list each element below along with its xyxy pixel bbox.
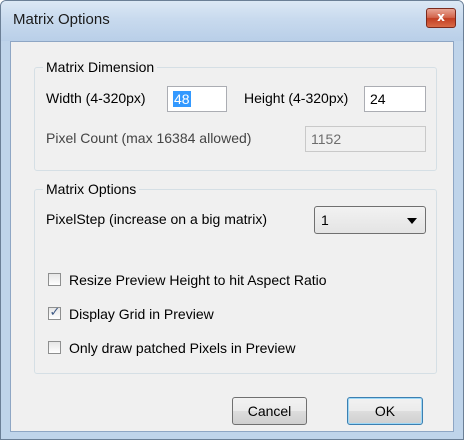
close-button[interactable]: x xyxy=(426,8,456,28)
cancel-button[interactable]: Cancel xyxy=(232,397,307,425)
pixel-count-field: 1152 xyxy=(305,126,426,152)
height-input[interactable]: 24 xyxy=(364,86,426,112)
matrix-options-legend: Matrix Options xyxy=(43,181,140,198)
dialog-window: Matrix Options x Matrix Dimension Width … xyxy=(0,0,464,440)
width-input-value: 48 xyxy=(173,91,191,107)
matrix-dimension-group: Matrix Dimension Width (4-320px) 48 Heig… xyxy=(34,59,437,171)
display-grid-checkbox[interactable]: ✓ Display Grid in Preview xyxy=(48,305,248,324)
dialog-title: Matrix Options xyxy=(13,11,110,28)
only-patched-pixels-checkbox[interactable]: Only draw patched Pixels in Preview xyxy=(48,340,318,358)
resize-preview-label: Resize Preview Height to hit Aspect Rati… xyxy=(69,272,327,288)
height-label: Height (4-320px) xyxy=(244,90,349,106)
matrix-options-group: Matrix Options PixelStep (increase on a … xyxy=(34,181,437,374)
width-input[interactable]: 48 xyxy=(167,86,227,112)
resize-preview-checkbox[interactable]: Resize Preview Height to hit Aspect Rati… xyxy=(48,272,348,290)
height-input-value: 24 xyxy=(370,91,386,107)
display-grid-label: Display Grid in Preview xyxy=(69,306,214,322)
dialog-client-area: Matrix Dimension Width (4-320px) 48 Heig… xyxy=(10,41,454,432)
chevron-down-icon xyxy=(407,218,417,224)
pixel-count-label: Pixel Count (max 16384 allowed) xyxy=(46,130,252,146)
pixelstep-label: PixelStep (increase on a big matrix) xyxy=(46,211,267,227)
close-icon: x xyxy=(437,10,445,24)
pixelstep-dropdown[interactable]: 1 xyxy=(314,206,426,234)
matrix-dimension-legend: Matrix Dimension xyxy=(43,59,158,76)
pixelstep-selected-value: 1 xyxy=(321,212,329,228)
pixel-count-value: 1152 xyxy=(311,131,342,147)
checkmark-icon: ✓ xyxy=(49,305,61,320)
checkbox-box[interactable] xyxy=(48,273,61,286)
only-patched-pixels-label: Only draw patched Pixels in Preview xyxy=(69,340,296,356)
checkbox-box[interactable] xyxy=(48,341,61,354)
width-label: Width (4-320px) xyxy=(46,90,146,106)
title-bar[interactable]: Matrix Options x xyxy=(1,1,463,41)
ok-button[interactable]: OK xyxy=(347,397,423,425)
checkbox-box[interactable]: ✓ xyxy=(48,305,61,320)
